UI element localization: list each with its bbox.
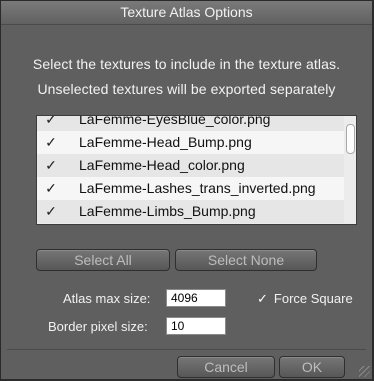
checkmark-icon[interactable]: ✓ (44, 131, 58, 154)
dialog-title: Texture Atlas Options (1, 1, 372, 25)
texture-name: LaFemme-Head_Bump.png (79, 134, 252, 150)
atlas-max-size-label: Atlas max size: (63, 291, 151, 306)
texture-name: LaFemme-EyesBlue_color.png (79, 115, 271, 127)
texture-name: LaFemme-Head_color.png (79, 157, 245, 173)
list-scrollbar[interactable] (344, 116, 356, 224)
list-item[interactable]: ✓ LaFemme-Head_color.png (37, 154, 356, 177)
list-item[interactable]: ✓ LaFemme-EyesBlue_color.png (37, 115, 356, 131)
texture-name: LaFemme-Lashes_trans_inverted.png (79, 180, 316, 196)
border-pixel-size-label: Border pixel size: (48, 319, 148, 334)
texture-name: LaFemme-Limbs_Bump.png (79, 203, 256, 219)
instruction-line-1: Select the textures to include in the te… (32, 56, 341, 72)
checkmark-icon[interactable]: ✓ (44, 177, 58, 200)
border-pixel-size-field[interactable]: 10 (166, 317, 226, 335)
texture-list-items: ✓ LaFemme-EyesBlue_color.png ✓ LaFemme-H… (37, 115, 356, 223)
list-item[interactable]: ✓ LaFemme-Lashes_trans_inverted.png (37, 177, 356, 200)
resize-grip-icon[interactable] (359, 366, 370, 377)
texture-list[interactable]: ✓ LaFemme-EyesBlue_color.png ✓ LaFemme-H… (36, 115, 357, 225)
force-square-checkbox[interactable]: ✓ Force Square (257, 291, 353, 307)
checkmark-icon[interactable]: ✓ (257, 291, 268, 306)
ok-button[interactable]: OK (279, 356, 345, 378)
select-all-button[interactable]: Select All (36, 249, 170, 271)
cancel-button[interactable]: Cancel (177, 356, 275, 378)
footer-divider (7, 349, 366, 350)
list-item[interactable]: ✓ LaFemme-Limbs_Bump.png (37, 200, 356, 223)
atlas-max-size-field[interactable]: 4096 (166, 289, 226, 307)
checkmark-icon[interactable]: ✓ (44, 116, 58, 131)
list-item[interactable]: ✓ LaFemme-Head_Bump.png (37, 131, 356, 154)
texture-atlas-dialog: Texture Atlas Options Select the texture… (0, 0, 373, 380)
checkmark-icon[interactable]: ✓ (44, 200, 58, 223)
force-square-label: Force Square (273, 291, 353, 306)
checkmark-icon[interactable]: ✓ (44, 154, 58, 177)
instruction-line-2: Unselected textures will be exported sep… (37, 81, 336, 97)
scrollbar-thumb[interactable] (346, 124, 355, 154)
select-none-button[interactable]: Select None (175, 249, 317, 271)
